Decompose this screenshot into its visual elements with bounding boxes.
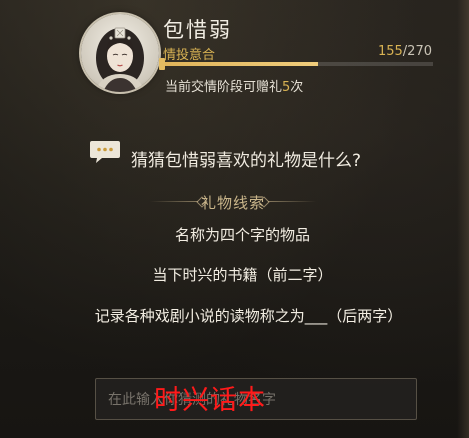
hint-title: 礼物线索 — [200, 194, 265, 212]
affinity-progress-fill — [163, 62, 318, 66]
clue-2: 当下时兴的书籍（前二字） — [152, 266, 333, 284]
panel-edge — [457, 0, 469, 438]
affinity-progress-text: 155/270 — [378, 44, 432, 59]
hint-header: 礼物线索 — [150, 189, 316, 213]
gift-count-note: 当前交情阶段可赠礼5次 — [165, 76, 303, 95]
clue-3: 记录各种戏剧小说的读物称之为___（后两字） — [94, 307, 403, 325]
clue-1: 名称为四个字的物品 — [174, 226, 310, 244]
gift-note-suffix: 次 — [290, 80, 304, 95]
divider-right — [268, 201, 316, 202]
affinity-max: 270 — [407, 44, 432, 59]
gift-question: 猜猜包惜弱喜欢的礼物是什么? — [131, 151, 362, 171]
portrait-illustration — [95, 27, 145, 92]
progress-bar-marker — [159, 58, 165, 70]
affinity-current: 155 — [377, 44, 403, 59]
relationship-level: 情投意合 — [163, 48, 216, 63]
affinity-progress-bar — [163, 62, 433, 66]
answer-input-box[interactable] — [95, 378, 417, 421]
character-name: 包惜弱 — [163, 18, 232, 42]
answer-input[interactable] — [106, 379, 408, 421]
character-avatar[interactable] — [81, 14, 159, 92]
gift-note-prefix: 当前交情阶段可赠礼 — [165, 80, 283, 95]
speech-bubble-icon — [90, 141, 120, 163]
